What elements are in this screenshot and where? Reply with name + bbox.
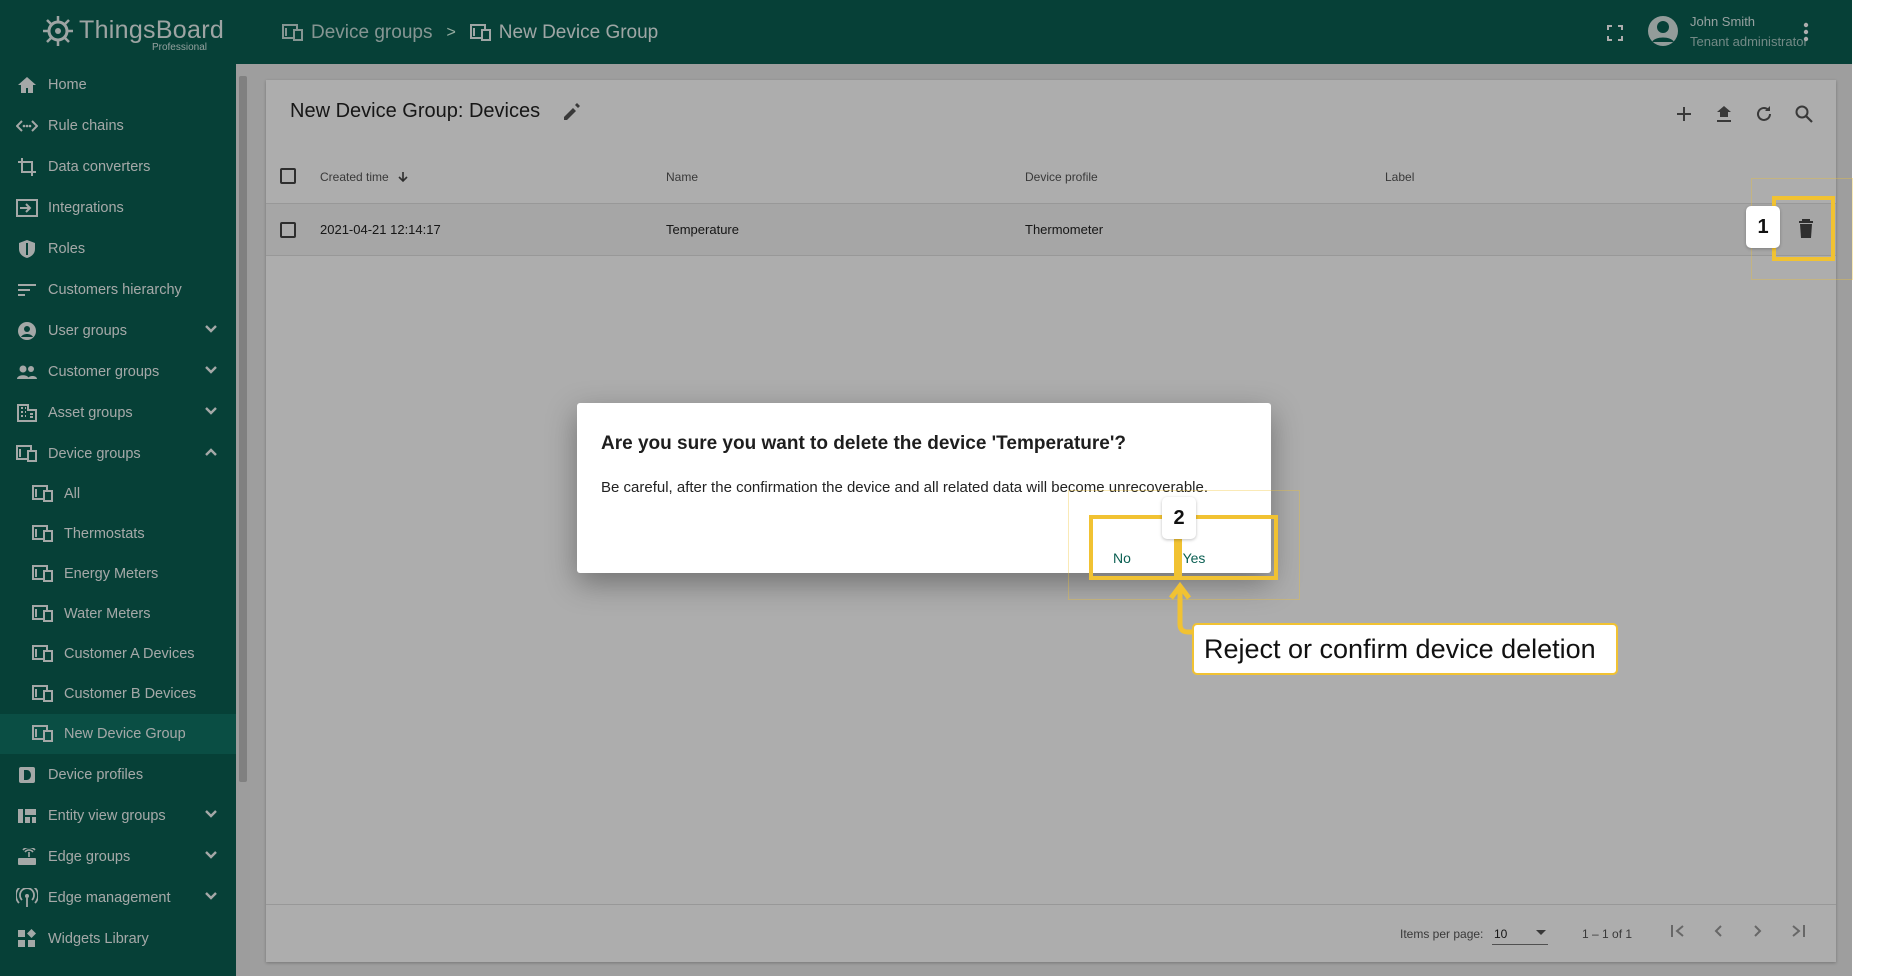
highlight-delete-button <box>1772 196 1835 261</box>
page-edge <box>1852 0 1877 976</box>
tutorial-callout: Reject or confirm device deletion <box>1192 623 1618 675</box>
step-badge-1: 1 <box>1746 206 1780 248</box>
dialog-title: Are you sure you want to delete the devi… <box>601 433 1126 454</box>
step-badge-2: 2 <box>1162 497 1196 539</box>
